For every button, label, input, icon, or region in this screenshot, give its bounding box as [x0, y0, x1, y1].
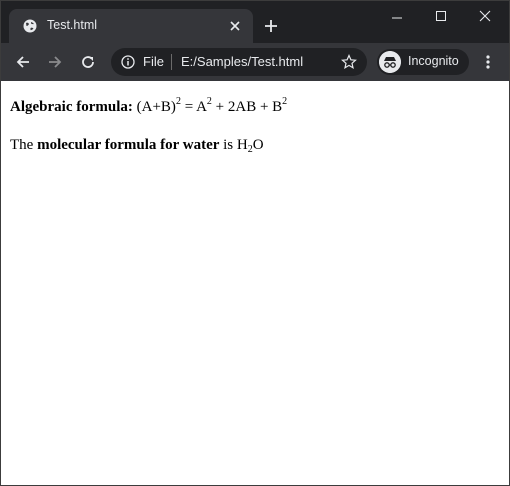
tab-test-html[interactable]: Test.html: [9, 9, 253, 43]
back-icon[interactable]: [14, 53, 32, 71]
minimize-button[interactable]: [375, 1, 419, 31]
close-icon: [479, 10, 491, 22]
algebraic-formula-label: Algebraic formula:: [10, 99, 133, 115]
address-bar[interactable]: File E:/Samples/Test.html: [111, 48, 367, 76]
incognito-label: Incognito: [408, 54, 459, 68]
url-text[interactable]: E:/Samples/Test.html: [181, 54, 303, 69]
formula-part: + 2AB + B: [211, 99, 283, 115]
text-middle: is H: [219, 137, 248, 153]
incognito-icon: [379, 51, 401, 73]
incognito-badge[interactable]: Incognito: [377, 49, 469, 75]
maximize-button[interactable]: [419, 1, 463, 31]
text-prefix: The: [10, 137, 38, 153]
minimize-icon: [392, 17, 402, 19]
close-window-button[interactable]: [463, 1, 507, 31]
formula-part: = A: [180, 99, 207, 115]
toolbar: File E:/Samples/Test.html Incognito: [1, 43, 509, 81]
bookmark-star-icon[interactable]: [341, 54, 357, 70]
text-suffix: O: [252, 137, 264, 153]
algebraic-formula-line: Algebraic formula: (A+B)2 = A2 + 2AB + B…: [10, 95, 500, 119]
url-scheme-label: File: [143, 54, 164, 69]
close-tab-icon[interactable]: [228, 19, 242, 33]
bold-phrase: molecular formula for water: [37, 137, 220, 153]
info-icon[interactable]: [121, 55, 135, 69]
globe-icon: [23, 19, 37, 33]
tab-title: Test.html: [47, 18, 98, 32]
superscript: 2: [282, 96, 288, 107]
title-bar: Test.html: [1, 1, 509, 43]
more-menu-icon[interactable]: [479, 53, 497, 71]
maximize-icon: [436, 11, 446, 21]
water-formula-line: The molecular formula for water is H2O: [10, 133, 500, 157]
page-content: Algebraic formula: (A+B)2 = A2 + 2AB + B…: [1, 81, 509, 485]
formula-part: (A+B): [136, 99, 176, 115]
forward-icon[interactable]: [46, 53, 64, 71]
browser-window: Test.html File E:/Samples/Test.html Inco…: [0, 0, 510, 486]
omnibox-divider: [171, 54, 172, 70]
new-tab-icon[interactable]: [263, 18, 279, 34]
reload-icon[interactable]: [79, 53, 97, 71]
